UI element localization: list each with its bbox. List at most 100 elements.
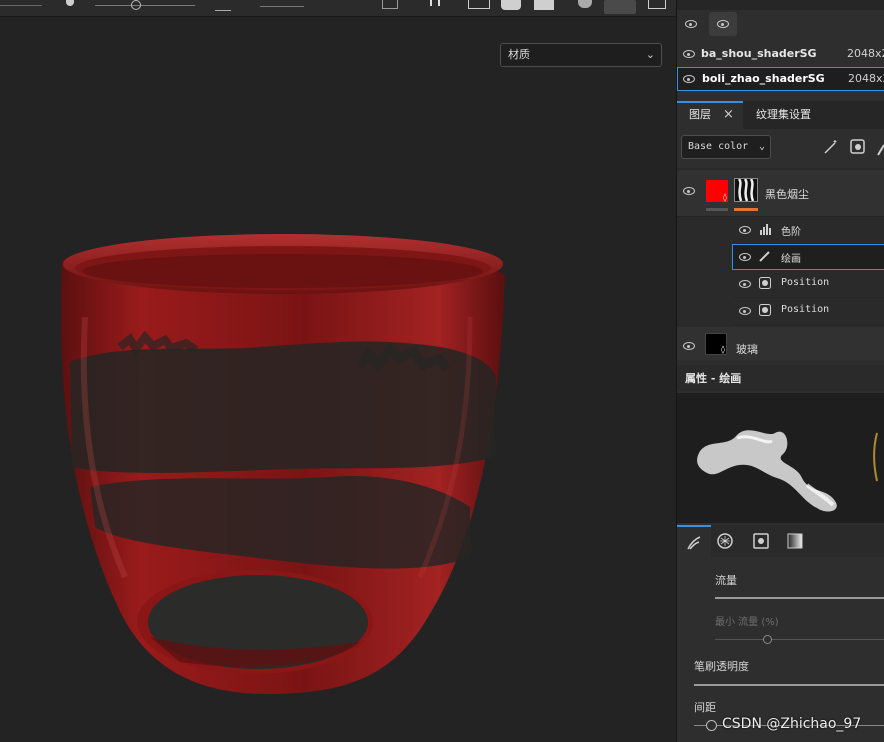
flow-label: 流量 [715,574,737,587]
paint-bucket-icon: ◊ [721,345,725,354]
paint-bucket-icon: ◊ [723,193,727,202]
layer-name: 玻璃 [736,343,758,356]
channel-select[interactable]: Base color ⌄ [681,135,771,159]
add-mask-icon-svg [850,139,865,154]
top-toolbar [0,0,676,17]
properties-header: 属性 - 绘画 [677,365,884,391]
brush-stroke-icon [687,536,701,550]
magic-wand-icon[interactable] [823,139,839,155]
eye-icon[interactable] [739,280,751,288]
paint-layer-icon[interactable] [877,141,884,156]
chevron-down-icon: ⌄ [758,141,765,152]
layer-row-fill[interactable]: ◊ 黑色烟尘 [677,170,884,217]
close-icon[interactable]: × [723,101,734,129]
solo-toggle-button[interactable] [709,12,737,36]
screenshot-icon[interactable] [648,0,666,9]
display-mode-icon[interactable] [501,0,521,10]
shading-mode-icon[interactable] [534,0,554,10]
paint-layer-icon-svg [877,144,884,156]
right-panel: ba_shou_shaderSG 2048x2048 boli_zhao_sha… [676,0,884,742]
min-flow-slider[interactable] [715,639,884,640]
properties-title: 属性 - 绘画 [685,372,742,385]
effect-label: Position [781,304,830,315]
magic-wand-icon-svg [824,140,837,154]
effect-label: Position [781,277,830,288]
tab-layers-label: 图层 [689,108,711,121]
spacing-slider-knob[interactable] [706,720,717,731]
toolbar-divider [0,5,42,6]
spacing-label: 间距 [694,701,716,714]
tab-texture-set-settings[interactable]: 纹理集设置 [745,101,823,129]
eye-icon[interactable] [683,50,695,58]
position-icon [759,304,771,316]
eye-icon[interactable] [739,226,751,234]
brush-settings-tabs [677,525,884,557]
mask-pattern-icon [737,179,755,201]
stencil-tab[interactable] [753,533,769,549]
watermark-text: CSDN @Zhichao_97 [722,716,862,732]
brush-tab-active[interactable] [677,525,711,557]
iray-icon[interactable] [578,0,592,8]
texture-set-row[interactable]: ba_shou_shaderSG 2048x2048 [677,43,884,65]
3d-viewport[interactable]: 材质 ⌄ [0,17,676,742]
layer-color-thumbnail: ◊ [705,333,727,355]
position-icon [759,277,771,289]
eye-icon[interactable] [739,307,751,315]
effect-label: 色阶 [781,227,801,238]
brush-preview [677,393,884,523]
material-tab[interactable] [787,533,803,549]
camera-icon[interactable] [382,0,398,9]
texture-set-header [677,0,884,10]
gradient-icon [787,533,803,549]
eye-icon[interactable] [739,253,751,261]
material-select-value: 材质 [508,48,530,61]
effect-row-paint-selected[interactable]: 绘画 [732,244,884,270]
effect-label: 绘画 [781,254,801,265]
paint-mode-button[interactable] [604,0,636,14]
viewport-mode-icon[interactable] [468,0,490,9]
smoke-brush-preview [697,430,878,512]
eye-icon[interactable] [683,187,695,195]
flow-slider[interactable] [715,597,884,599]
symmetry-icon[interactable] [215,0,231,11]
channel-select-value: Base color [688,141,749,152]
texture-set-name: boli_zhao_shaderSG [702,72,825,85]
brush-opacity-slider[interactable] [694,684,884,686]
texture-set-resolution: 2048x2048 [848,72,884,85]
add-mask-icon[interactable] [850,139,866,155]
min-flow-label: 最小 流量 (%) [715,617,779,628]
material-select[interactable]: 材质 ⌄ [500,43,662,67]
eye-icon[interactable] [683,342,695,350]
cup-model[interactable] [0,17,676,742]
min-flow-slider-knob[interactable] [763,635,772,644]
texture-set-row-selected[interactable]: boli_zhao_shaderSG 2048x2048 [677,67,884,91]
eye-icon [717,20,729,28]
layer-row-glass[interactable]: ◊ 玻璃 [677,327,884,360]
size-slider-knob[interactable] [131,0,141,10]
brush-opacity-label: 笔刷透明度 [694,660,749,673]
alpha-tab[interactable] [717,533,733,549]
texture-set-resolution: 2048x2048 [847,47,884,60]
layer-mask-thumbnail [734,178,758,202]
pause-icon[interactable] [430,0,440,6]
visibility-toggle-icon[interactable] [683,18,699,30]
texture-set-name: ba_shou_shaderSG [701,47,817,60]
brush-icon [759,251,770,262]
effect-row-levels[interactable]: 色阶 [733,217,884,244]
lazy-mouse-icon[interactable] [260,0,304,7]
eye-icon [685,20,697,28]
checker-sphere-icon [717,533,733,549]
eye-icon[interactable] [683,75,695,83]
size-slider[interactable] [95,5,195,6]
layer-color-thumbnail: ◊ [706,180,728,202]
layer-mask-underline [734,208,758,211]
panel-tabs: 图层 × 纹理集设置 [677,101,884,129]
effect-row-position[interactable]: Position [733,271,884,298]
tab-layers[interactable]: 图层 × [677,101,743,129]
brush-tool-icon[interactable] [66,0,74,6]
tab-texture-set-settings-label: 纹理集设置 [756,108,811,121]
stencil-icon [753,533,769,549]
effect-row-position[interactable]: Position [733,298,884,325]
layer-name: 黑色烟尘 [765,188,809,201]
levels-icon [760,224,771,235]
